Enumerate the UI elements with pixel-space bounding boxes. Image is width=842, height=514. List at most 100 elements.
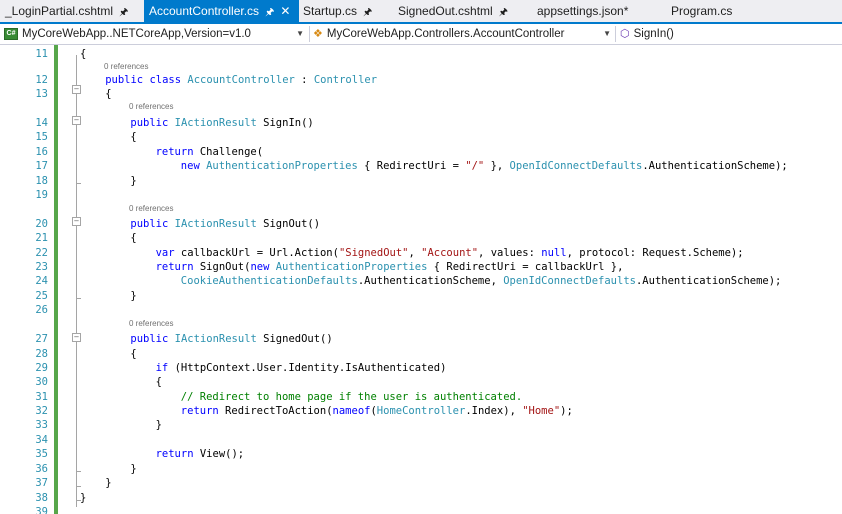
code-line[interactable]: CookieAuthenticationDefaults.Authenticat…: [181, 275, 782, 287]
code-line[interactable]: public IActionResult SignedOut(): [130, 333, 332, 345]
code-token: callbackUrl = Url.Action(: [174, 247, 339, 259]
line-number: 13: [35, 88, 48, 100]
code-line[interactable]: {: [130, 348, 136, 360]
code-token: SignOut(: [193, 261, 251, 273]
class-icon: ❖: [313, 28, 323, 40]
line-number: 21: [35, 232, 48, 244]
code-editor[interactable]: − − − − 0 references 0 references 0 refe…: [0, 45, 842, 514]
tab-appsettings[interactable]: appsettings.json*: [532, 0, 655, 22]
code-line[interactable]: {: [105, 88, 111, 100]
code-token: if: [155, 362, 169, 374]
code-line[interactable]: public IActionResult SignOut(): [130, 218, 320, 230]
code-token: { RedirectUri =: [357, 160, 466, 172]
pin-icon[interactable]: 🖈: [499, 7, 508, 18]
tab-program[interactable]: Program.cs: [666, 0, 751, 22]
code-line[interactable]: }: [80, 492, 86, 504]
code-token: public: [130, 333, 169, 345]
codelens-references[interactable]: 0 references: [104, 62, 148, 71]
method-icon: ⬡: [620, 28, 630, 40]
code-line[interactable]: }: [130, 463, 136, 475]
code-line[interactable]: var callbackUrl = Url.Action("SignedOut"…: [156, 247, 744, 259]
collapse-icon[interactable]: −: [72, 85, 81, 94]
outline-end: [76, 183, 81, 184]
project-dropdown[interactable]: C# MyCoreWebApp..NETCoreApp,Version=v1.0 …: [4, 26, 306, 42]
code-token: public: [130, 117, 169, 129]
code-token: SignOut(): [256, 218, 321, 230]
code-line[interactable]: {: [80, 48, 86, 60]
code-line[interactable]: // Redirect to home page if the user is …: [181, 391, 522, 403]
code-token: "/": [465, 160, 485, 172]
collapse-icon[interactable]: −: [72, 217, 81, 226]
code-token: (HttpContext.User.Identity.IsAuthenticat…: [168, 362, 447, 374]
line-number: 30: [35, 376, 48, 388]
line-number: 23: [35, 261, 48, 273]
line-number: 14: [35, 117, 48, 129]
code-token: },: [484, 160, 510, 172]
code-token: :: [294, 74, 314, 86]
navigation-bar: C# MyCoreWebApp..NETCoreApp,Version=v1.0 …: [0, 24, 842, 45]
line-number: 34: [35, 434, 48, 446]
code-line[interactable]: return RedirectToAction(nameof(HomeContr…: [181, 405, 573, 417]
pin-icon[interactable]: 🖈: [363, 7, 372, 18]
code-token: View();: [193, 448, 245, 460]
code-line[interactable]: {: [156, 376, 162, 388]
collapse-icon[interactable]: −: [72, 333, 81, 342]
code-token: class: [149, 74, 182, 86]
code-line[interactable]: return SignOut(new AuthenticationPropert…: [156, 261, 624, 273]
code-token: return: [155, 448, 194, 460]
code-token: IActionResult: [174, 117, 257, 129]
code-token: AccountController: [187, 74, 295, 86]
pin-icon[interactable]: 🖈: [265, 7, 274, 18]
codelens-references[interactable]: 0 references: [129, 204, 173, 213]
code-token: { RedirectUri = callbackUrl },: [427, 261, 624, 273]
code-token: {: [105, 88, 112, 100]
divider: [309, 26, 310, 42]
code-line[interactable]: }: [130, 175, 136, 187]
code-token: "SignedOut": [338, 247, 409, 259]
code-token: return: [155, 261, 194, 273]
code-token: );: [560, 405, 573, 417]
code-token: }: [130, 290, 137, 302]
chevron-down-icon[interactable]: ▼: [603, 26, 611, 42]
line-number: 24: [35, 275, 48, 287]
line-number: 17: [35, 160, 48, 172]
code-line[interactable]: }: [130, 290, 136, 302]
code-token: return: [180, 405, 219, 417]
code-line[interactable]: }: [156, 419, 162, 431]
code-token: SignIn(): [256, 117, 314, 129]
code-line[interactable]: public class AccountController : Control…: [105, 74, 377, 86]
outline-end: [76, 471, 81, 472]
chevron-down-icon[interactable]: ▼: [296, 26, 304, 42]
line-number: 38: [35, 492, 48, 504]
code-token: OpenIdConnectDefaults: [509, 160, 643, 172]
tab-loginpartial[interactable]: _LoginPartial.cshtml 🖈: [0, 0, 143, 22]
close-icon[interactable]: ✕: [280, 4, 290, 18]
code-line[interactable]: if (HttpContext.User.Identity.IsAuthenti…: [156, 362, 447, 374]
code-line[interactable]: {: [130, 131, 136, 143]
class-dropdown-value: MyCoreWebApp.Controllers.AccountControll…: [326, 28, 565, 40]
tab-startup[interactable]: Startup.cs 🖈: [298, 0, 389, 22]
codelens-references[interactable]: 0 references: [129, 319, 173, 328]
code-token: "Home": [522, 405, 561, 417]
csharp-project-icon: C#: [4, 27, 18, 40]
member-dropdown[interactable]: ⬡ SignIn(): [620, 26, 838, 42]
code-token: // Redirect to home page if the user is …: [180, 391, 523, 403]
pin-icon[interactable]: 🖈: [119, 7, 128, 18]
collapse-icon[interactable]: −: [72, 116, 81, 125]
line-number: 35: [35, 448, 48, 460]
code-token: Challenge(: [193, 146, 264, 158]
tab-signedout[interactable]: SignedOut.cshtml 🖈: [393, 0, 518, 22]
outline-end: [76, 298, 81, 299]
code-line[interactable]: public IActionResult SignIn(): [130, 117, 313, 129]
line-number: 39: [35, 506, 48, 514]
tab-label: AccountController.cs: [149, 4, 260, 18]
line-number: 25: [35, 290, 48, 302]
code-line[interactable]: }: [105, 477, 111, 489]
tab-accountcontroller[interactable]: AccountController.cs 🖈 ✕: [144, 0, 299, 22]
code-line[interactable]: return View();: [156, 448, 245, 460]
code-line[interactable]: new AuthenticationProperties { RedirectU…: [181, 160, 788, 172]
code-line[interactable]: {: [130, 232, 136, 244]
class-dropdown[interactable]: ❖ MyCoreWebApp.Controllers.AccountControl…: [313, 26, 613, 42]
codelens-references[interactable]: 0 references: [129, 102, 173, 111]
code-line[interactable]: return Challenge(: [156, 146, 263, 158]
